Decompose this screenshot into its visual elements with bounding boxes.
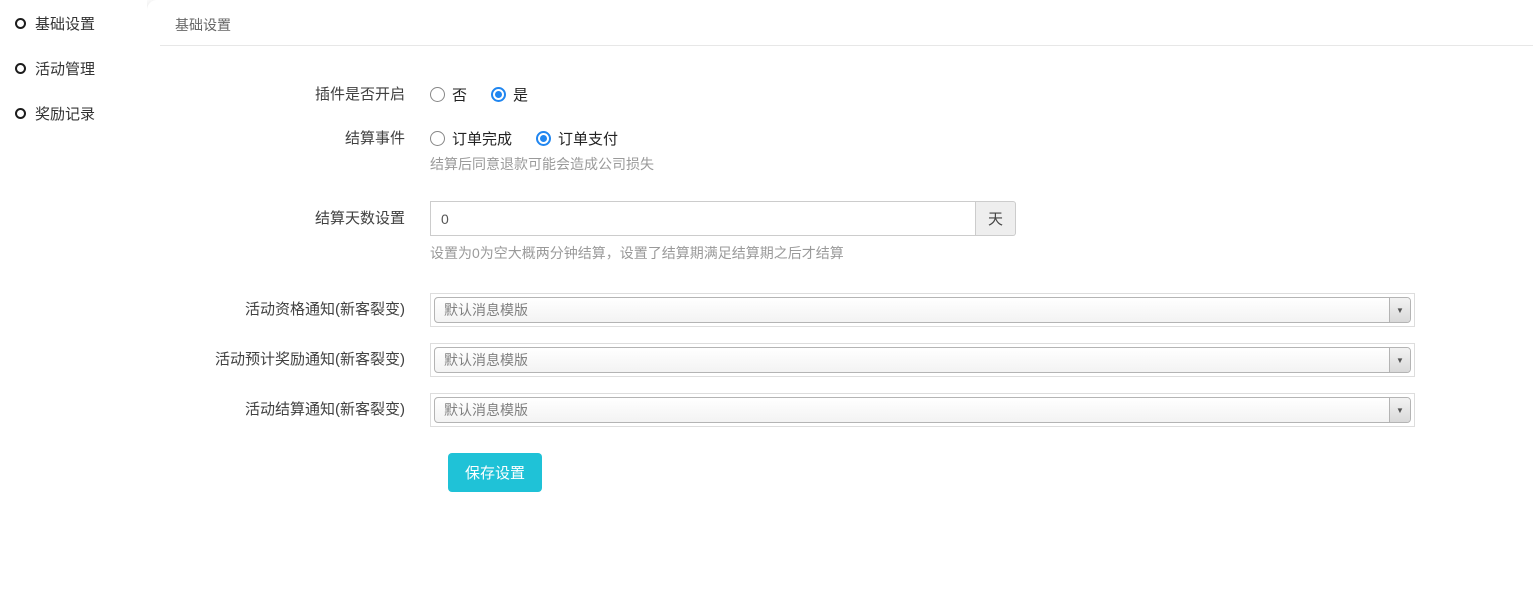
form-row-settle-event: 结算事件 订单完成 订单支付 结算后同意退款可能会造成公司损失 — [160, 130, 1533, 174]
form-row-notify-qualify: 活动资格通知(新客裂变) 默认消息模版 ▼ — [160, 293, 1533, 327]
notify-expected-reward-select[interactable]: 默认消息模版 ▼ — [430, 343, 1415, 377]
form-row-settle-days: 结算天数设置 天 设置为0为空大概两分钟结算，设置了结算期满足结算期之后才结算 — [160, 201, 1533, 263]
radio-label: 订单支付 — [558, 128, 618, 149]
circle-icon — [15, 108, 26, 119]
app-layout: 基础设置 活动管理 奖励记录 基础设置 插件是否开启 否 — [0, 0, 1533, 608]
form-row-notify-settle: 活动结算通知(新客裂变) 默认消息模版 ▼ — [160, 393, 1533, 427]
field-label-settle-event: 结算事件 — [160, 130, 430, 147]
radio-option-order-complete[interactable]: 订单完成 — [430, 128, 512, 149]
radio-option-order-paid[interactable]: 订单支付 — [536, 128, 618, 149]
sidebar: 基础设置 活动管理 奖励记录 — [0, 0, 147, 608]
radio-unchecked-icon[interactable] — [430, 131, 445, 146]
radio-label: 是 — [513, 84, 528, 105]
select-value: 默认消息模版 — [444, 300, 528, 320]
dropdown-arrow-icon[interactable]: ▼ — [1389, 298, 1410, 322]
sidebar-item-basic-settings[interactable]: 基础设置 — [15, 15, 147, 31]
notify-qualify-select[interactable]: 默认消息模版 ▼ — [430, 293, 1415, 327]
sidebar-item-label: 基础设置 — [35, 13, 95, 34]
input-unit-addon: 天 — [976, 201, 1016, 236]
field-label-notify-qualify: 活动资格通知(新客裂变) — [160, 293, 430, 327]
notify-settle-select[interactable]: 默认消息模版 ▼ — [430, 393, 1415, 427]
radio-unchecked-icon[interactable] — [430, 87, 445, 102]
dropdown-arrow-icon[interactable]: ▼ — [1389, 398, 1410, 422]
circle-icon — [15, 18, 26, 29]
select-value: 默认消息模版 — [444, 400, 528, 420]
sidebar-item-label: 活动管理 — [35, 58, 95, 79]
save-settings-button[interactable]: 保存设置 — [448, 453, 542, 492]
page-title: 基础设置 — [160, 0, 1533, 46]
radio-option-no[interactable]: 否 — [430, 84, 467, 105]
dropdown-arrow-icon[interactable]: ▼ — [1389, 348, 1410, 372]
field-label-plugin-enabled: 插件是否开启 — [160, 86, 430, 103]
settings-form: 插件是否开启 否 是 结算事件 — [160, 46, 1533, 492]
field-label-notify-settle: 活动结算通知(新客裂变) — [160, 393, 430, 427]
radio-checked-icon[interactable] — [536, 131, 551, 146]
field-label-settle-days: 结算天数设置 — [160, 201, 430, 236]
main-panel: 基础设置 插件是否开启 否 是 — [147, 0, 1533, 608]
sidebar-item-label: 奖励记录 — [35, 103, 95, 124]
form-row-notify-expected-reward: 活动预计奖励通知(新客裂变) 默认消息模版 ▼ — [160, 343, 1533, 377]
radio-checked-icon[interactable] — [491, 87, 506, 102]
sidebar-item-activity-management[interactable]: 活动管理 — [15, 60, 147, 76]
circle-icon — [15, 63, 26, 74]
select-value: 默认消息模版 — [444, 350, 528, 370]
settle-event-hint: 结算后同意退款可能会造成公司损失 — [430, 154, 1533, 174]
field-label-notify-expected-reward: 活动预计奖励通知(新客裂变) — [160, 343, 430, 377]
settle-days-hint: 设置为0为空大概两分钟结算，设置了结算期满足结算期之后才结算 — [430, 243, 1533, 263]
form-row-plugin-enabled: 插件是否开启 否 是 — [160, 86, 1533, 103]
radio-option-yes[interactable]: 是 — [491, 84, 528, 105]
sidebar-item-reward-records[interactable]: 奖励记录 — [15, 105, 147, 121]
radio-label: 否 — [452, 84, 467, 105]
radio-label: 订单完成 — [452, 128, 512, 149]
settle-days-input[interactable] — [430, 201, 976, 236]
